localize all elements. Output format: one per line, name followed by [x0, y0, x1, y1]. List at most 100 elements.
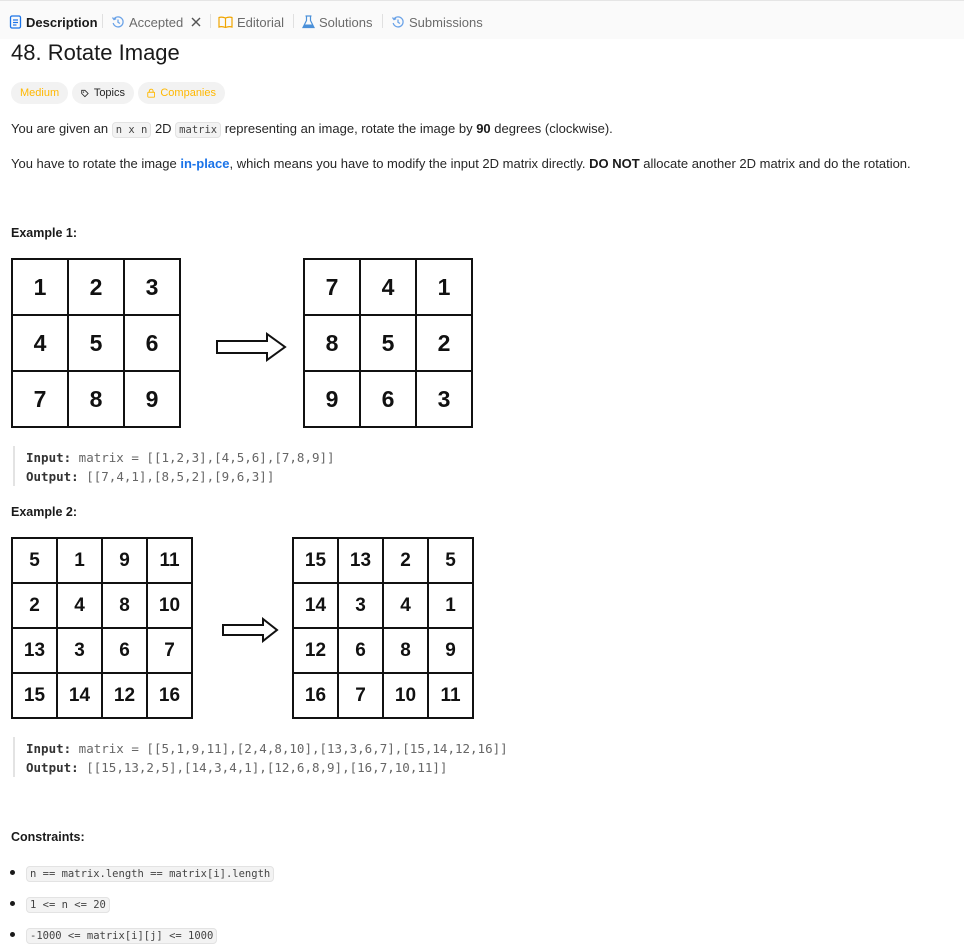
matrix-cell: 2: [67, 258, 125, 316]
matrix-cell: 12: [101, 672, 148, 719]
matrix-cell: 14: [56, 672, 103, 719]
right-arrow-icon: [222, 617, 279, 643]
example-2-io: Input: matrix = [[5,1,9,11],[2,4,8,10],[…: [26, 739, 508, 777]
lock-icon: [147, 88, 156, 98]
matrix-row: 12 6 8 9: [292, 627, 474, 674]
output-label: Output:: [26, 469, 79, 484]
bullet: [10, 932, 15, 937]
matrix-cell: 8: [67, 370, 125, 428]
right-arrow-icon: [216, 332, 287, 362]
output-value: [[7,4,1],[8,5,2],[9,6,3]]: [78, 469, 275, 484]
matrix-cell: 12: [292, 627, 339, 674]
history-icon: [391, 16, 404, 28]
bullet: [10, 870, 15, 875]
matrix-cell: 11: [427, 672, 474, 719]
tab-solutions[interactable]: Solutions: [302, 13, 372, 31]
matrix-cell: 3: [123, 258, 181, 316]
difficulty-label: Medium: [20, 87, 60, 99]
description-paragraph-1: You are given an n x n 2D matrix represe…: [11, 121, 613, 138]
matrix-cell: 13: [337, 537, 384, 584]
matrix-cell: 6: [337, 627, 384, 674]
history-icon: [111, 16, 124, 28]
tab-divider: [210, 14, 211, 28]
matrix-cell: 5: [11, 537, 58, 584]
matrix-row: 15 14 12 16: [11, 672, 193, 719]
matrix-cell: 7: [303, 258, 361, 316]
constraint-code: n == matrix.length == matrix[i].length: [26, 866, 275, 882]
problem-title[interactable]: 48. Rotate Image: [11, 40, 180, 66]
matrix-row: 13 3 6 7: [11, 627, 193, 674]
tab-submissions[interactable]: Submissions: [391, 13, 483, 31]
example-2-blockquote-bar: [13, 737, 15, 777]
tag-icon: [81, 89, 89, 97]
matrix-cell: 4: [359, 258, 417, 316]
matrix-cell: 15: [11, 672, 58, 719]
input-value: matrix = [[5,1,9,11],[2,4,8,10],[13,3,6,…: [71, 741, 508, 756]
tab-description[interactable]: Description: [9, 13, 98, 31]
matrix-cell: 9: [123, 370, 181, 428]
companies-label: Companies: [160, 87, 216, 99]
matrix-cell: 1: [56, 537, 103, 584]
output-value: [[15,13,2,5],[14,3,4,1],[12,6,8,9],[16,7…: [78, 760, 448, 775]
topics-label: Topics: [93, 87, 125, 99]
flask-icon: [302, 15, 315, 29]
matrix-cell: 13: [11, 627, 58, 674]
matrix-cell: 3: [337, 582, 384, 629]
example-2-heading: Example 2:: [11, 505, 78, 519]
text: degrees (clockwise).: [490, 121, 613, 136]
matrix-cell: 6: [359, 370, 417, 428]
input-label: Input:: [26, 450, 72, 465]
matrix-cell: 9: [427, 627, 474, 674]
matrix-cell: 2: [415, 314, 473, 372]
matrix-cell: 8: [101, 582, 148, 629]
tab-divider: [102, 14, 103, 28]
matrix-cell: 16: [292, 672, 339, 719]
close-icon[interactable]: [190, 16, 202, 28]
example-1-blockquote-bar: [13, 446, 15, 486]
matrix-cell: 14: [292, 582, 339, 629]
matrix-cell: 7: [337, 672, 384, 719]
inline-code: n x n: [111, 122, 152, 138]
bullet: [10, 901, 15, 906]
matrix-cell: 4: [56, 582, 103, 629]
matrix-cell: 16: [146, 672, 193, 719]
matrix-row: 16 7 10 11: [292, 672, 474, 719]
matrix-cell: 3: [415, 370, 473, 428]
example-2-output-grid: 15 13 2 5 14 3 4 1 12 6 8 9 16 7 10 11: [292, 537, 474, 719]
inline-code: matrix: [175, 122, 222, 138]
tab-editorial[interactable]: Editorial: [218, 13, 284, 31]
matrix-cell: 2: [11, 582, 58, 629]
tab-accepted[interactable]: Accepted: [111, 13, 206, 31]
constraint-code: 1 <= n <= 20: [26, 897, 110, 913]
bold-text: 90: [476, 121, 491, 136]
text: representing an image, rotate the image …: [221, 121, 477, 136]
matrix-cell: 11: [146, 537, 193, 584]
companies-button[interactable]: Companies: [138, 82, 225, 104]
matrix-cell: 7: [146, 627, 193, 674]
topics-button[interactable]: Topics: [72, 82, 134, 104]
matrix-row: 5 1 9 11: [11, 537, 193, 584]
example-1-output-grid: 741852963: [303, 258, 473, 428]
constraint-code: -1000 <= matrix[i][j] <= 1000: [26, 928, 218, 944]
book-icon: [218, 16, 233, 29]
tab-editorial-label: Editorial: [237, 14, 284, 30]
matrix-row: 15 13 2 5: [292, 537, 474, 584]
text: , which means you have to modify the inp…: [229, 156, 590, 171]
matrix-cell: 5: [427, 537, 474, 584]
matrix-cell: 10: [146, 582, 193, 629]
matrix-cell: 3: [56, 627, 103, 674]
document-icon: [9, 15, 22, 29]
matrix-cell: 9: [101, 537, 148, 584]
constraint-item: n == matrix.length == matrix[i].length: [26, 864, 275, 882]
text: 2D: [151, 121, 176, 136]
matrix-row: 963: [303, 370, 473, 428]
matrix-cell: 1: [415, 258, 473, 316]
matrix-cell: 5: [67, 314, 125, 372]
matrix-cell: 1: [11, 258, 69, 316]
input-label: Input:: [26, 741, 72, 756]
matrix-cell: 10: [382, 672, 429, 719]
description-paragraph-2: You have to rotate the image in-place, w…: [11, 156, 911, 171]
in-place-link[interactable]: in-place: [180, 156, 229, 171]
matrix-row: 741: [303, 258, 473, 316]
tab-divider: [293, 14, 294, 28]
